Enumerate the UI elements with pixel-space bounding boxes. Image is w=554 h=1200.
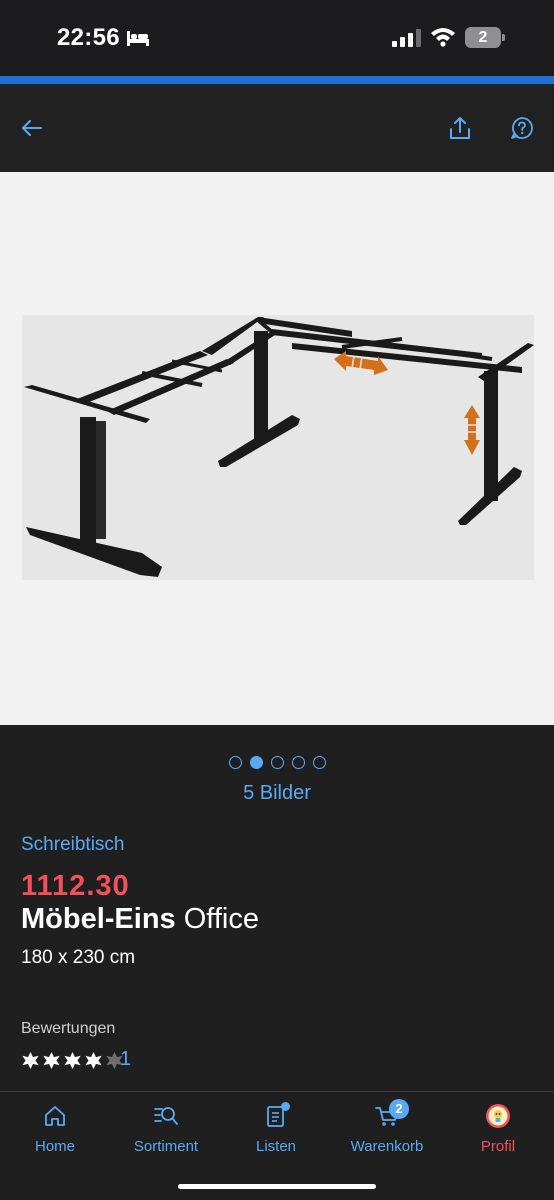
tab-listen-label: Listen: [255, 1138, 297, 1155]
back-arrow-icon: [22, 120, 42, 136]
status-time: 22:56: [57, 24, 120, 51]
star-filled-icon: [43, 1051, 60, 1069]
nav-bar: [0, 84, 554, 172]
product-price: 1112.30: [21, 870, 130, 902]
back-button[interactable]: [16, 112, 48, 144]
product-name: Office: [183, 903, 259, 935]
listen-notification-dot: [281, 1102, 290, 1111]
product-image: [22, 315, 534, 580]
status-bar: 22:56 2: [0, 0, 554, 76]
help-button[interactable]: [506, 112, 538, 144]
reviews-label: Bewertungen: [21, 1020, 116, 1037]
tab-profil[interactable]: Profil: [443, 1092, 553, 1162]
product-dimensions: 180 x 230 cm: [21, 947, 136, 968]
tab-home[interactable]: Home: [0, 1092, 110, 1162]
star-filled-icon: [64, 1051, 81, 1069]
tab-listen[interactable]: Listen: [221, 1092, 331, 1162]
avatar-icon: [486, 1104, 510, 1128]
tab-sortiment[interactable]: Sortiment: [111, 1092, 221, 1162]
category-link[interactable]: Schreibtisch: [21, 834, 125, 856]
search-list-icon: [154, 1107, 178, 1125]
bed-icon: [127, 31, 149, 46]
review-count-link[interactable]: 1: [120, 1048, 131, 1071]
share-icon: [450, 117, 470, 139]
image-count-link[interactable]: 5 Bilder: [0, 782, 554, 805]
home-icon: [45, 1106, 65, 1126]
product-brand: Möbel-Eins: [21, 903, 176, 935]
question-bubble-icon: [511, 117, 533, 139]
gallery-pager[interactable]: [0, 756, 554, 770]
tab-home-label: Home: [34, 1138, 75, 1155]
star-filled-icon: [22, 1051, 39, 1069]
accent-line: [0, 76, 554, 84]
pager-dot[interactable]: [228, 756, 242, 769]
star-filled-icon: [85, 1051, 102, 1069]
product-gallery[interactable]: [0, 172, 554, 725]
product-title: Möbel-Eins Office: [21, 903, 259, 936]
tab-warenkorb-label: Warenkorb: [350, 1138, 424, 1155]
share-button[interactable]: [444, 112, 476, 144]
star-rating[interactable]: [21, 1050, 124, 1070]
pager-dot[interactable]: [291, 756, 305, 769]
tab-warenkorb[interactable]: Warenkorb: [332, 1092, 442, 1162]
cart-badge: 2: [389, 1099, 409, 1119]
wifi-icon: [431, 28, 455, 47]
battery-indicator: 2: [465, 27, 505, 49]
signal-icon: [392, 29, 421, 47]
battery-level: 2: [478, 29, 488, 46]
home-indicator[interactable]: [178, 1184, 376, 1189]
pager-dot-active[interactable]: [249, 756, 263, 769]
desk-frame-illustration: [24, 317, 534, 577]
pager-dot[interactable]: [270, 756, 284, 769]
tab-sortiment-label: Sortiment: [133, 1138, 199, 1155]
pager-dot[interactable]: [312, 756, 326, 769]
tab-profil-label: Profil: [480, 1138, 516, 1155]
